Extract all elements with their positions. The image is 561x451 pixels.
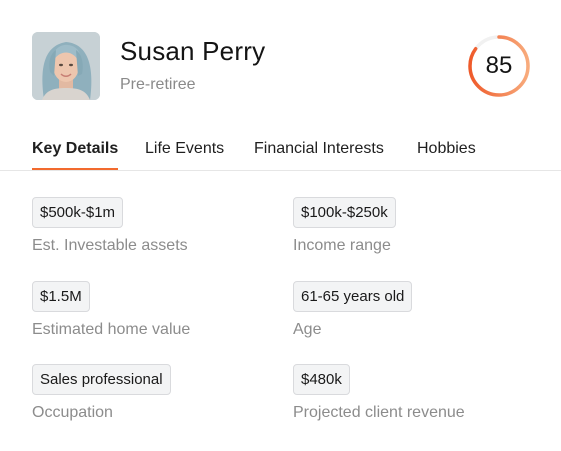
- score-value: 85: [485, 52, 513, 79]
- tab-life-events[interactable]: Life Events: [145, 140, 224, 168]
- score-ring: 85: [467, 34, 531, 98]
- detail-investable-assets: $500k-$1m Est. Investable assets: [32, 197, 188, 255]
- client-persona: Pre-retiree: [120, 76, 196, 93]
- detail-occupation: Sales professional Occupation: [32, 364, 171, 422]
- detail-value-chip: $500k-$1m: [32, 197, 124, 228]
- detail-label: Occupation: [32, 404, 113, 421]
- tab-hobbies[interactable]: Hobbies: [417, 140, 476, 168]
- detail-value-chip: Sales professional: [32, 364, 171, 395]
- tab-key-details[interactable]: Key Details: [32, 140, 119, 170]
- detail-home-value: $1.5M Estimated home value: [32, 281, 190, 339]
- tab-financial-interests[interactable]: Financial Interests: [254, 140, 384, 168]
- detail-value-chip: $1.5M: [32, 281, 90, 312]
- detail-value-chip: $480k: [293, 364, 350, 395]
- detail-value-chip: 61-65 years old: [293, 281, 413, 312]
- detail-income-range: $100k-$250k Income range: [293, 197, 396, 255]
- detail-age: 61-65 years old Age: [293, 281, 413, 339]
- detail-label: Est. Investable assets: [32, 237, 188, 254]
- detail-projected-revenue: $480k Projected client revenue: [293, 364, 465, 422]
- client-name: Susan Perry: [120, 36, 266, 66]
- tab-bar: Key Details Life Events Financial Intere…: [0, 130, 561, 171]
- avatar: [32, 32, 100, 100]
- detail-label: Income range: [293, 237, 391, 254]
- detail-label: Projected client revenue: [293, 404, 465, 421]
- detail-value-chip: $100k-$250k: [293, 197, 396, 228]
- client-profile-card: Susan Perry Pre-retiree 85 Key Details L…: [0, 0, 561, 451]
- detail-label: Estimated home value: [32, 321, 191, 338]
- detail-label: Age: [293, 321, 322, 338]
